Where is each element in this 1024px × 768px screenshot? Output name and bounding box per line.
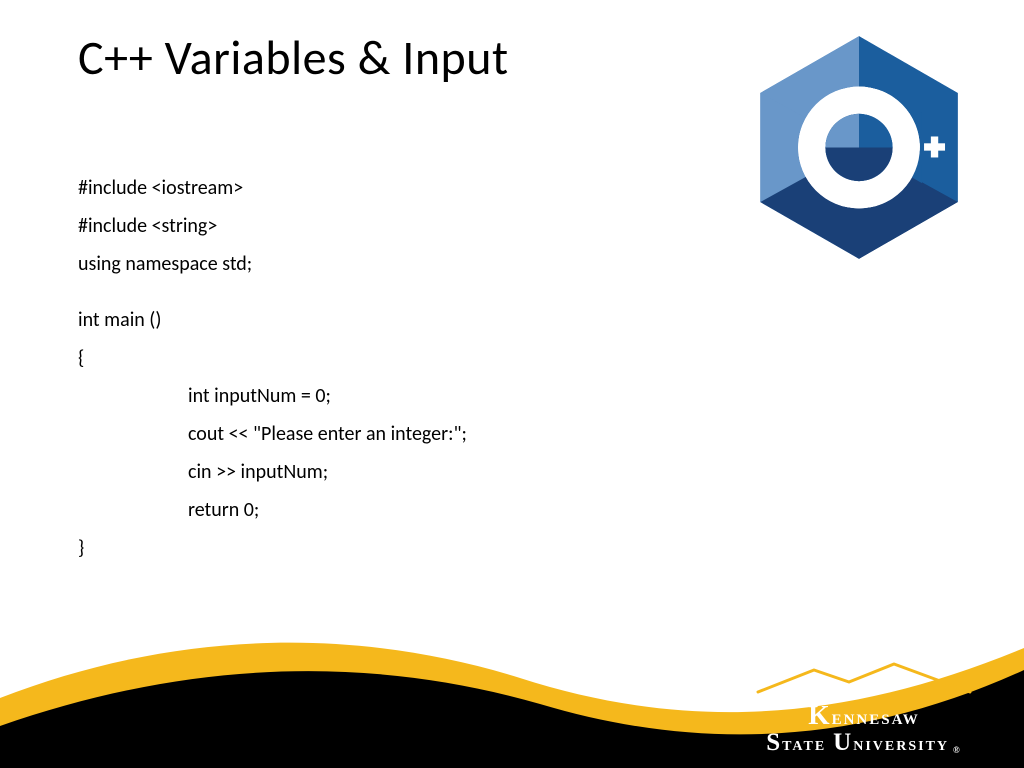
- code-line: int main (): [78, 310, 467, 330]
- slide-title: C++ Variables & Input: [78, 28, 509, 87]
- code-line: }: [78, 538, 467, 558]
- mountain-icon: [754, 660, 974, 694]
- ksu-text-2: State University®: [734, 729, 994, 757]
- code-line: using namespace std;: [78, 254, 467, 274]
- code-line: int inputNum = 0;: [78, 386, 467, 406]
- code-line: #include <iostream>: [78, 178, 467, 198]
- ksu-logo: Kennesaw State University®: [734, 660, 994, 750]
- cpp-logo-icon: [754, 30, 964, 265]
- code-line: #include <string>: [78, 216, 467, 236]
- code-line: return 0;: [78, 500, 467, 520]
- slide: C++ Variables & Input: [0, 0, 1024, 768]
- code-line: {: [78, 348, 467, 368]
- code-line: cin >> inputNum;: [78, 462, 467, 482]
- ksu-text-1: Kennesaw: [734, 701, 994, 729]
- code-line: cout << "Please enter an integer:";: [78, 424, 467, 444]
- code-block: #include <iostream> #include <string> us…: [78, 178, 467, 576]
